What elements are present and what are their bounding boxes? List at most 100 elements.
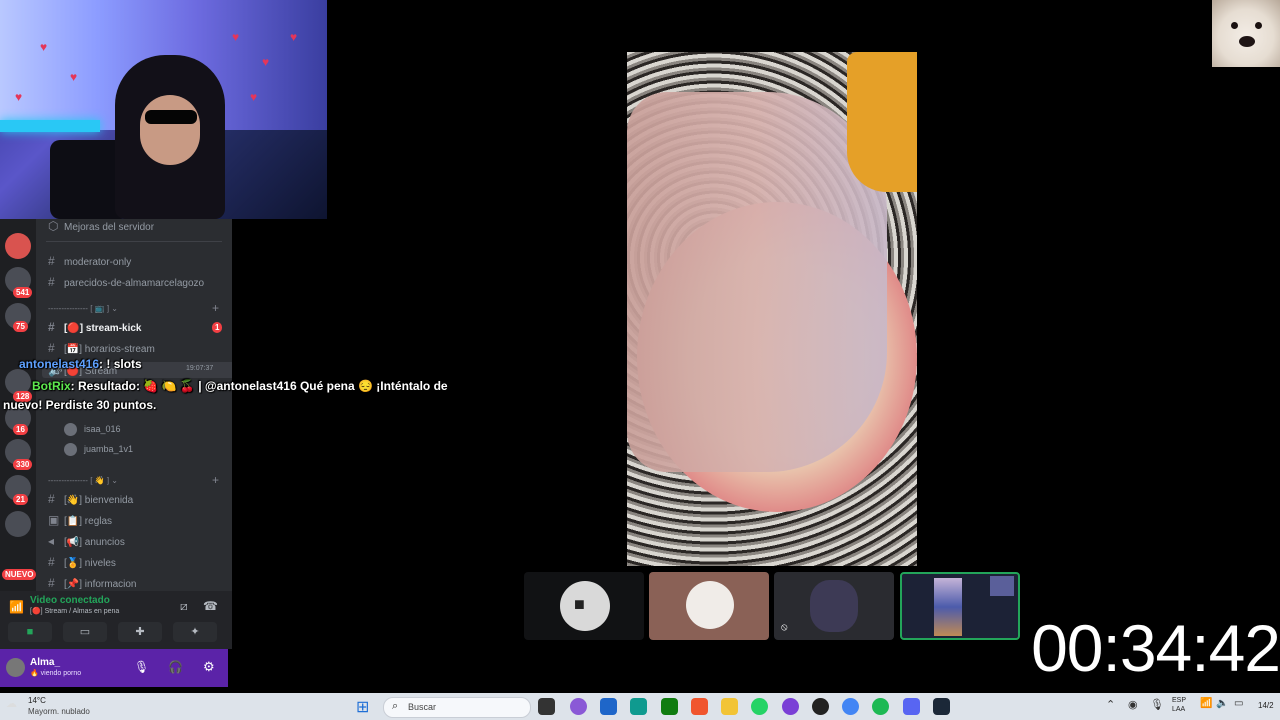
store-icon[interactable]: [600, 698, 617, 715]
windows-taskbar: ☁ 14°C Mayorm. nublado ⊞ ⌕ Buscar ⌃ ◉ 🎙 …: [0, 693, 1280, 720]
server-badge: 330: [13, 459, 33, 470]
new-badge: NUEVO: [2, 569, 37, 580]
server-badge: 21: [13, 494, 28, 505]
streamer-webcam: ♥ ♥ ♥ ♥ ♥ ♥ ♥: [0, 0, 327, 219]
chat-message-continuation: nuevo! Perdiste 30 puntos.: [3, 398, 157, 412]
add-channel-icon[interactable]: +: [212, 473, 219, 487]
edge-icon[interactable]: [630, 698, 647, 715]
participant-tile[interactable]: ■: [524, 572, 644, 640]
spotify-icon[interactable]: [872, 698, 889, 715]
app-icon[interactable]: [691, 698, 708, 715]
xbox-icon[interactable]: [661, 698, 678, 715]
chat-username: antonelast416: [19, 357, 100, 371]
channel-horarios[interactable]: # [📅] horarios-stream: [48, 341, 155, 355]
signal-icon: 📶: [9, 600, 24, 614]
chat-message: antonelast416: ! slots: [19, 357, 142, 371]
hash-icon: #: [48, 275, 55, 289]
camera-button[interactable]: ■: [8, 622, 52, 642]
streamer-face: [140, 95, 200, 165]
muted-video-icon: ⦸: [781, 622, 788, 633]
screenshare-preview: [934, 578, 962, 636]
voice-channel-name: [🔴] Stream / Almas en pena: [30, 608, 120, 615]
participant-avatar: [560, 581, 610, 631]
weather-icon[interactable]: ☁: [6, 697, 17, 710]
voice-user[interactable]: isaa_016: [64, 423, 121, 436]
language-indicator[interactable]: ESP LAA: [1172, 696, 1186, 714]
volume-icon[interactable]: 🔈: [1216, 698, 1228, 709]
participant-avatar: [686, 581, 734, 629]
chat-username: BotRix: [32, 379, 71, 393]
server-icon[interactable]: [5, 233, 31, 259]
noise-suppression-icon[interactable]: ⧄: [180, 599, 188, 614]
steam-icon[interactable]: [933, 698, 950, 715]
username: Alma_: [30, 657, 61, 668]
hash-icon: #: [48, 320, 55, 334]
hash-icon: #: [48, 555, 55, 569]
windows-start-icon[interactable]: ⊞: [356, 697, 369, 717]
microphone-icon[interactable]: 🎙: [134, 660, 149, 674]
voice-status: Video conectado: [30, 595, 110, 606]
avatar[interactable]: [6, 658, 25, 677]
activities-button[interactable]: ✚: [118, 622, 162, 642]
weather-temp[interactable]: 14°C: [28, 696, 46, 705]
app-icon[interactable]: [812, 698, 829, 715]
category-stream[interactable]: --------------- [ 📺 ] ⌄: [48, 304, 118, 313]
webcam-led-shelf: [0, 120, 100, 132]
participant-avatar: [810, 580, 858, 632]
hash-icon: #: [48, 492, 55, 506]
boost-icon: ⬡: [48, 219, 59, 233]
obs-icon[interactable]: [782, 698, 799, 715]
channel-anuncios[interactable]: ◂ [📢] anuncios: [48, 534, 125, 548]
add-channel-icon[interactable]: +: [212, 301, 219, 315]
wifi-icon[interactable]: 📶: [1200, 698, 1212, 709]
microphone-icon[interactable]: 🎙: [1150, 698, 1164, 711]
voice-user[interactable]: juamba_1v1: [64, 443, 133, 456]
participant-tile-screenshare[interactable]: [900, 572, 1020, 640]
channel-bienvenida[interactable]: # [👋] bienvenida: [48, 492, 133, 506]
participant-avatar-dog: [1212, 0, 1280, 67]
participant-tile[interactable]: ⦸: [774, 572, 894, 640]
chat-message: BotRix: Resultado: 🍓 🍋 🍒 | @antonelast41…: [32, 379, 448, 393]
channel-reglas[interactable]: ▣ [📋] reglas: [48, 513, 112, 527]
headphones-icon[interactable]: 🎧: [168, 660, 183, 674]
taskbar-search[interactable]: ⌕ Buscar: [383, 697, 531, 718]
category-info[interactable]: --------------- [ 👋 ] ⌄: [48, 476, 118, 485]
task-view-icon[interactable]: [538, 698, 555, 715]
server-icon[interactable]: [5, 511, 31, 537]
discord-icon[interactable]: [903, 698, 920, 715]
server-badge: 541: [13, 287, 33, 298]
soundboard-button[interactable]: ✦: [173, 622, 217, 642]
server-badge: 16: [13, 424, 28, 435]
orange-bag: [847, 52, 917, 192]
channel-moderator-only[interactable]: # moderator-only: [48, 254, 131, 268]
server-badge: 75: [13, 321, 28, 332]
participant-tile[interactable]: [649, 572, 769, 640]
taskbar-clock[interactable]: 14/2: [1258, 701, 1274, 710]
chrome-icon[interactable]: [842, 698, 859, 715]
channel-niveles[interactable]: # [🏅] niveles: [48, 555, 116, 569]
hash-icon: #: [48, 341, 55, 355]
tray-icon[interactable]: ◉: [1128, 698, 1138, 711]
battery-icon[interactable]: ▭: [1234, 698, 1243, 709]
server-boost[interactable]: ⬡ Mejoras del servidor: [48, 219, 154, 233]
hash-icon: #: [48, 576, 55, 590]
channel-stream-kick[interactable]: # [🔴] stream-kick: [48, 320, 141, 334]
screen-share-button[interactable]: ▭: [63, 622, 107, 642]
disconnect-icon[interactable]: ☎: [203, 599, 218, 613]
channel-parecidos[interactable]: # parecidos-de-almamarcelagozo: [48, 275, 204, 289]
search-icon: ⌕: [392, 700, 399, 712]
chevron-up-icon[interactable]: ⌃: [1106, 698, 1115, 711]
hash-icon: #: [48, 254, 55, 268]
camera-icon: ■: [574, 594, 585, 614]
file-explorer-icon[interactable]: [721, 698, 738, 715]
whatsapp-icon[interactable]: [751, 698, 768, 715]
copilot-icon[interactable]: [570, 698, 587, 715]
gear-icon[interactable]: ⚙: [203, 659, 215, 675]
main-video-stream[interactable]: [627, 52, 917, 566]
screenshare-webcam-preview: [990, 576, 1014, 596]
channel-informacion[interactable]: # [📌] informacion: [48, 576, 137, 590]
weather-desc[interactable]: Mayorm. nublado: [28, 707, 90, 716]
user-panel: Alma_ 🔥 viendo porno 🎙 🎧 ⚙: [0, 649, 228, 687]
rules-icon: ▣: [48, 513, 60, 527]
unread-badge: 1: [212, 322, 223, 333]
